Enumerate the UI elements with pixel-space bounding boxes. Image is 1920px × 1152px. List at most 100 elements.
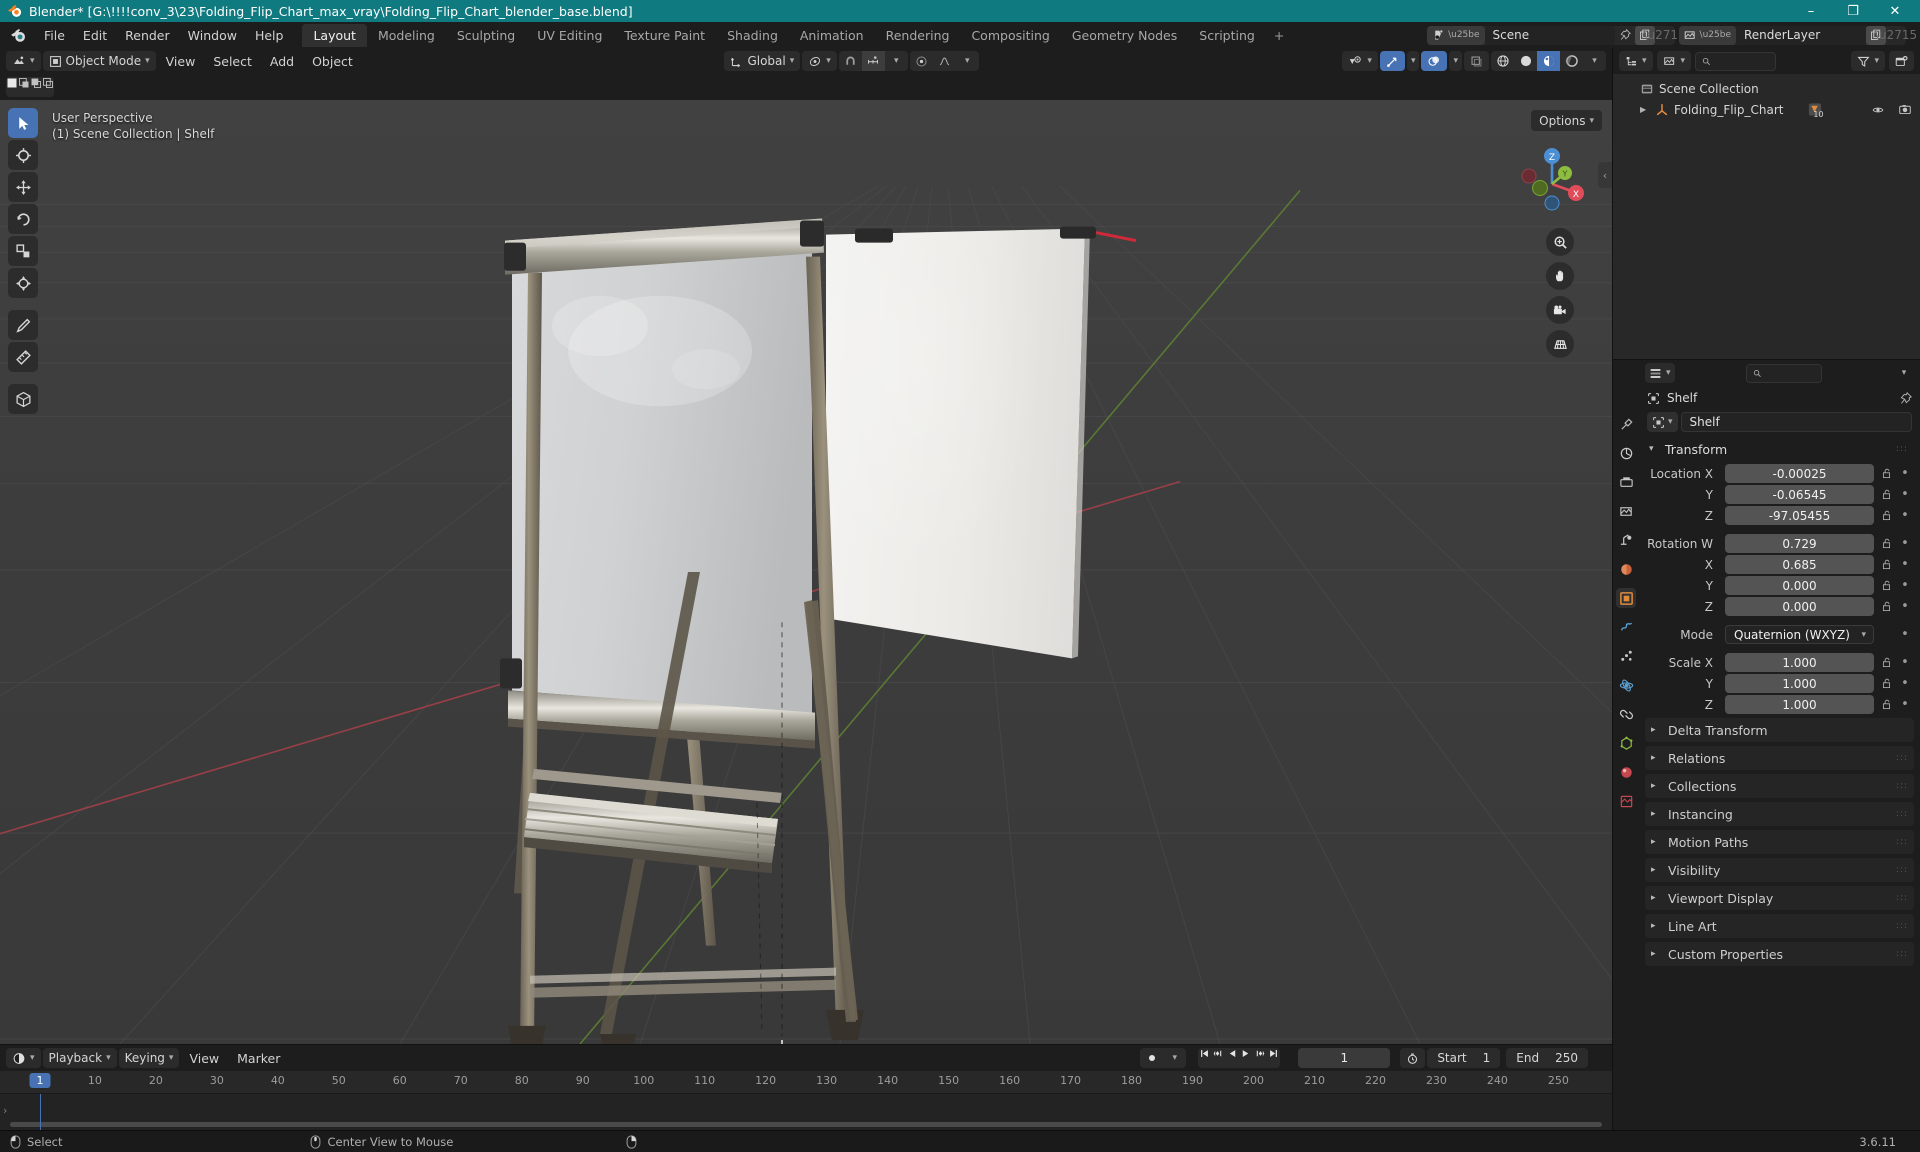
field-rotation-x[interactable]: X 0.685 • (1647, 555, 1912, 574)
pan-hand-icon[interactable] (1546, 262, 1574, 290)
frame-end-field[interactable]: End 250 (1506, 1048, 1588, 1068)
outliner-new-collection-button[interactable] (1889, 51, 1914, 71)
maximize-button[interactable]: ❐ (1832, 0, 1874, 22)
properties-tab-modifiers[interactable] (1616, 617, 1636, 637)
playback-controls[interactable] (1198, 1048, 1281, 1068)
properties-tab-world[interactable] (1616, 559, 1636, 579)
blender-menu-icon[interactable] (10, 27, 27, 44)
workspace-tab-modeling[interactable]: Modeling (367, 24, 446, 47)
animate-rotation-y-icon[interactable]: • (1898, 578, 1912, 593)
viewlayer-name-field[interactable]: RenderLayer (1736, 25, 1866, 45)
value-location-x[interactable]: -0.00025 (1725, 464, 1874, 483)
properties-editor-type-selector[interactable]: ▾ (1645, 363, 1675, 383)
shading-material-preview-button[interactable] (1537, 51, 1560, 71)
scene-browse-icon[interactable]: \u25be (1427, 25, 1485, 45)
shading-dropdown-icon[interactable]: ▾ (1583, 51, 1606, 71)
tool-tweak-select[interactable] (8, 108, 38, 138)
use-preview-range-icon[interactable] (1400, 1048, 1426, 1068)
outliner-display-mode-selector[interactable]: ▾ (1656, 51, 1692, 71)
workspace-tab-compositing[interactable]: Compositing (960, 24, 1060, 47)
shading-solid-button[interactable] (1514, 51, 1537, 71)
hide-in-viewport-icon[interactable] (1871, 104, 1885, 116)
jump-to-prev-keyframe-button[interactable] (1211, 1048, 1226, 1068)
properties-search-box[interactable] (1746, 363, 1823, 383)
current-frame-field[interactable]: 1 (1298, 1048, 1391, 1068)
field-rotation-z[interactable]: Z 0.000 • (1647, 597, 1912, 616)
pivot-point-selector[interactable]: ▾ (802, 51, 837, 71)
animate-rotation-mode-icon[interactable]: • (1898, 627, 1912, 642)
mesh-data-badge[interactable]: 10 (1807, 102, 1824, 119)
lock-scale-x-icon[interactable] (1878, 657, 1894, 668)
lock-location-x-icon[interactable] (1878, 468, 1894, 479)
animate-scale-z-icon[interactable]: • (1898, 697, 1912, 712)
lock-rotation-x-icon[interactable] (1878, 559, 1894, 570)
timeline-menu-view[interactable]: View (181, 1048, 227, 1069)
workspace-tab-geometry-nodes[interactable]: Geometry Nodes (1061, 24, 1188, 47)
menu-file[interactable]: File (35, 25, 74, 46)
viewport-menu-add[interactable]: Add (262, 51, 302, 72)
tool-annotate[interactable] (8, 310, 38, 340)
snapping-group[interactable]: ▾ (838, 51, 908, 71)
animate-rotation-z-icon[interactable]: • (1898, 599, 1912, 614)
timeline-playhead[interactable] (40, 1094, 41, 1130)
lock-scale-z-icon[interactable] (1878, 699, 1894, 710)
object-name-field[interactable]: Shelf (1680, 412, 1912, 432)
animate-rotation-w-icon[interactable]: • (1898, 536, 1912, 551)
timeline-ruler[interactable]: 10 20 30 40 50 60 70 80 90 100 110 120 130 140 150 160 1… (0, 1071, 1612, 1093)
workspace-tab-texture-paint[interactable]: Texture Paint (613, 24, 716, 47)
delete-viewlayer-icon[interactable]: \u2715 (1875, 26, 1917, 45)
workspace-tab-shading[interactable]: Shading (716, 24, 789, 47)
viewlayer-browse-icon[interactable]: \u25be (1678, 25, 1736, 45)
auto-keying-dropdown-icon[interactable]: ▾ (1163, 1048, 1186, 1068)
jump-to-next-keyframe-button[interactable] (1252, 1048, 1267, 1068)
properties-tab-physics[interactable] (1616, 675, 1636, 695)
timeline-menu-marker[interactable]: Marker (229, 1048, 288, 1069)
snap-target-icon[interactable] (861, 51, 885, 71)
tool-cursor[interactable] (8, 140, 38, 170)
snap-dropdown-icon[interactable]: ▾ (885, 51, 908, 71)
lock-location-y-icon[interactable] (1878, 489, 1894, 500)
properties-tab-view-layer[interactable] (1616, 501, 1636, 521)
frame-start-field[interactable]: Start 1 (1427, 1048, 1501, 1068)
outliner-expander-icon[interactable]: ▶ (1640, 105, 1650, 114)
tool-move[interactable] (8, 172, 38, 202)
viewport-menu-object[interactable]: Object (304, 51, 361, 72)
field-location-z[interactable]: Z -97.05455 • (1647, 506, 1912, 525)
animate-location-x-icon[interactable]: • (1898, 466, 1912, 481)
show-gizmo-dropdown[interactable]: ▾ (1406, 51, 1420, 71)
field-scale-x[interactable]: Scale X 1.000 • (1647, 653, 1912, 672)
workspace-tab-rendering[interactable]: Rendering (875, 24, 961, 47)
select-invert-icon[interactable] (42, 77, 54, 97)
properties-tab-object[interactable] (1616, 588, 1636, 608)
properties-panel-list[interactable]: ▾ Transform ::: Location X -0.00025 • Y … (1639, 438, 1920, 1130)
panel-visibility[interactable]: ▸ Visibility ::: (1645, 858, 1914, 882)
camera-view-icon[interactable] (1546, 296, 1574, 324)
value-scale-z[interactable]: 1.000 (1725, 695, 1874, 714)
menu-window[interactable]: Window (179, 25, 246, 46)
viewlayer-selector[interactable]: \u25be RenderLayer \u2715 (1678, 25, 1917, 45)
panel-header-transform[interactable]: ▾ Transform ::: (1645, 438, 1914, 460)
timeline-menu-keying[interactable]: Keying ▾ (118, 1048, 180, 1068)
field-scale-y[interactable]: Y 1.000 • (1647, 674, 1912, 693)
timeline-menu-playback[interactable]: Playback ▾ (42, 1048, 117, 1068)
properties-tab-material[interactable] (1616, 762, 1636, 782)
properties-tab-object-data[interactable] (1616, 733, 1636, 753)
lock-rotation-w-icon[interactable] (1878, 538, 1894, 549)
value-rotation-w[interactable]: 0.729 (1725, 534, 1874, 553)
disable-in-renders-icon[interactable] (1898, 103, 1912, 116)
proportional-edit-icon[interactable] (910, 51, 933, 71)
select-extend-icon[interactable] (18, 77, 30, 97)
animate-scale-y-icon[interactable]: • (1898, 676, 1912, 691)
properties-tab-output[interactable] (1616, 472, 1636, 492)
field-rotation-y[interactable]: Y 0.000 • (1647, 576, 1912, 595)
field-scale-z[interactable]: Z 1.000 • (1647, 695, 1912, 714)
timeline-channels-expander[interactable]: › (3, 1104, 7, 1117)
lock-rotation-z-icon[interactable] (1878, 601, 1894, 612)
jump-to-start-button[interactable] (1198, 1048, 1211, 1068)
timeline-current-frame-indicator[interactable]: 1 (29, 1073, 51, 1088)
workspace-tab-animation[interactable]: Animation (789, 24, 875, 47)
select-set-icon[interactable] (6, 77, 18, 97)
show-overlays-dropdown[interactable]: ▾ (1449, 51, 1462, 71)
shading-rendered-button[interactable] (1560, 51, 1583, 71)
value-location-z[interactable]: -97.05455 (1725, 506, 1874, 525)
